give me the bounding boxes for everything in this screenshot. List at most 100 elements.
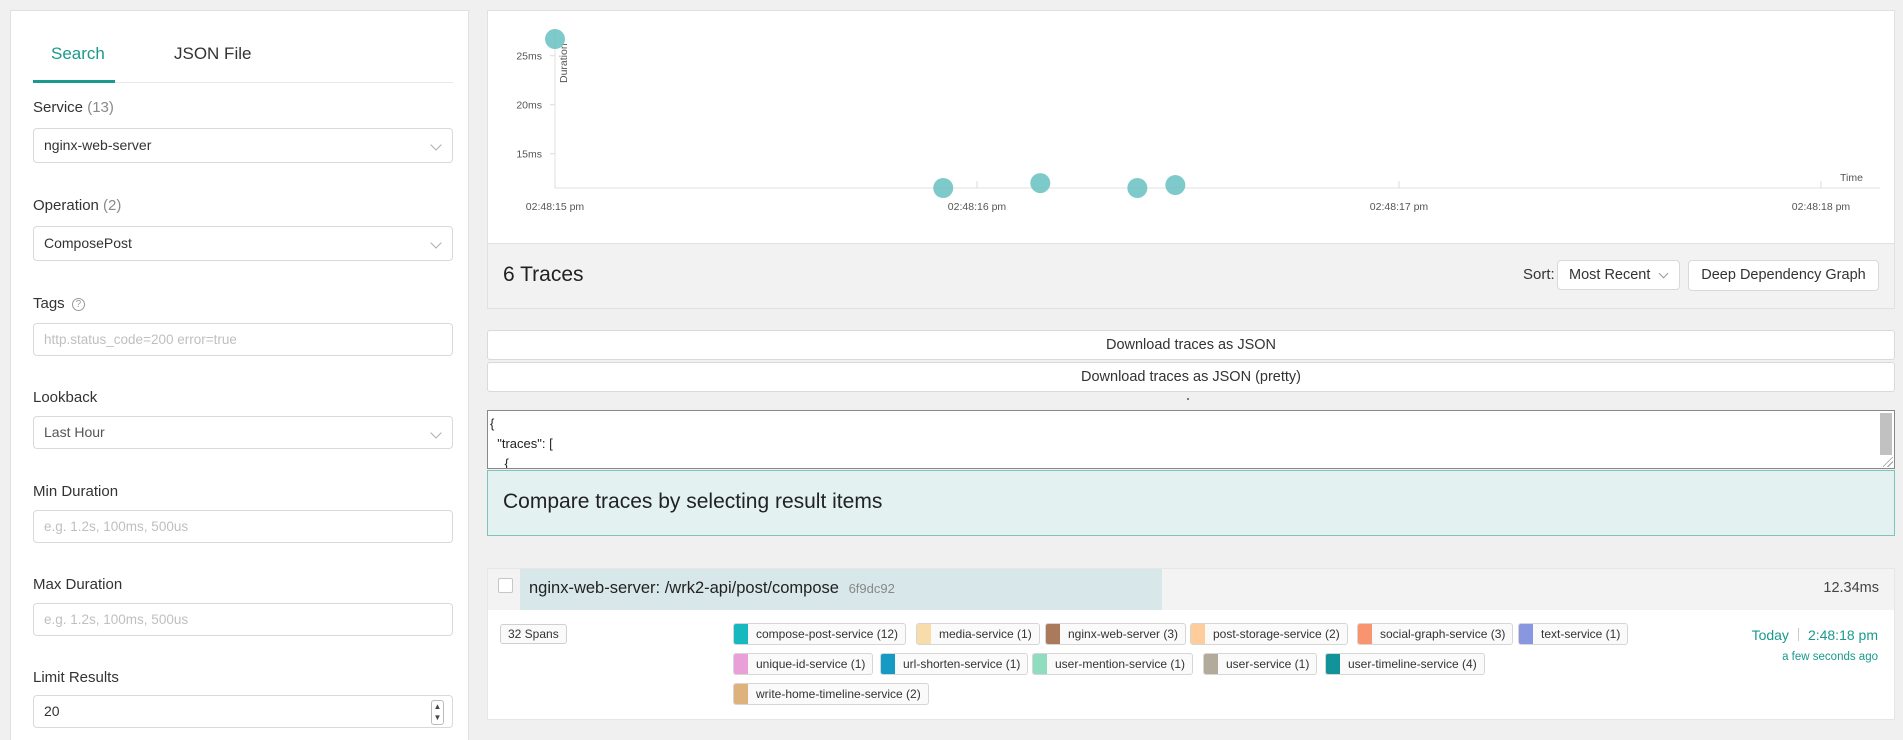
- trace-name: nginx-web-server: /wrk2-api/post/compose: [529, 579, 839, 597]
- scrollbar[interactable]: [1880, 413, 1892, 455]
- trace-point: [1030, 173, 1051, 194]
- resize-handle-icon[interactable]: [1883, 457, 1893, 467]
- service-tag-label: compose-post-service (12): [756, 627, 899, 641]
- search-panel: Search JSON File Service (13) nginx-web-…: [10, 10, 469, 740]
- service-tag-label: text-service (1): [1541, 627, 1621, 641]
- sort-value: Most Recent: [1569, 267, 1651, 283]
- search-tabs: Search JSON File: [33, 11, 453, 83]
- tab-search[interactable]: Search: [51, 44, 105, 64]
- sort-select[interactable]: Most Recent: [1557, 260, 1680, 290]
- tab-json-file[interactable]: JSON File: [174, 44, 251, 64]
- operation-value: ComposePost: [44, 235, 132, 251]
- json-line: {: [490, 456, 509, 469]
- service-tag-label: social-graph-service (3): [1380, 627, 1506, 641]
- sort-label: Sort:: [1523, 266, 1555, 283]
- service-tag[interactable]: user-service (1): [1203, 653, 1318, 675]
- limit-input[interactable]: 20 ▲ ▼: [33, 695, 453, 728]
- max-duration-input[interactable]: e.g. 1.2s, 100ms, 500us: [33, 603, 453, 636]
- chevron-down-icon: [1658, 268, 1669, 279]
- y-tick-label: 25ms: [516, 51, 542, 63]
- trace-time: 2:48:18 pm: [1807, 627, 1878, 643]
- operation-label-text: Operation: [33, 197, 99, 214]
- tags-input[interactable]: http.status_code=200 error=true: [33, 323, 453, 356]
- service-tag[interactable]: post-storage-service (2): [1190, 623, 1348, 645]
- download-json-button[interactable]: Download traces as JSON: [487, 330, 1895, 360]
- service-tag-label: user-mention-service (1): [1055, 657, 1186, 671]
- trace-header[interactable]: nginx-web-server: /wrk2-api/post/compose…: [488, 569, 1894, 610]
- service-color-swatch: [917, 624, 931, 644]
- service-color-swatch: [1358, 624, 1372, 644]
- service-tag[interactable]: text-service (1): [1518, 623, 1629, 645]
- json-line: "traces": [: [490, 436, 553, 451]
- max-duration-label: Max Duration: [33, 576, 123, 593]
- service-tag[interactable]: user-mention-service (1): [1032, 653, 1194, 675]
- service-tag[interactable]: write-home-timeline-service (2): [733, 683, 929, 705]
- limit-label: Limit Results: [33, 669, 119, 686]
- operation-label: Operation (2): [33, 197, 121, 214]
- json-line: {: [490, 416, 495, 431]
- service-tag[interactable]: social-graph-service (3): [1357, 623, 1514, 645]
- help-icon[interactable]: ?: [71, 298, 85, 311]
- chevron-down-icon: [430, 139, 442, 151]
- service-tag[interactable]: media-service (1): [916, 623, 1040, 645]
- service-tag-label: post-storage-service (2): [1213, 627, 1340, 641]
- json-textarea[interactable]: { "traces": [ {: [487, 410, 1895, 469]
- deep-dependency-graph-button[interactable]: Deep Dependency Graph: [1688, 260, 1879, 291]
- traces-count-title: 6 Traces: [503, 263, 584, 286]
- x-axis-label: Time: [1840, 172, 1863, 184]
- y-tick-label: 20ms: [516, 100, 542, 112]
- service-tag[interactable]: unique-id-service (1): [733, 653, 874, 675]
- trace-title[interactable]: nginx-web-server: /wrk2-api/post/compose…: [529, 579, 895, 598]
- x-tick-label: 02:48:17 pm: [1370, 201, 1429, 213]
- lookback-label: Lookback: [33, 389, 98, 406]
- trace-result-item[interactable]: nginx-web-server: /wrk2-api/post/compose…: [487, 568, 1895, 720]
- results-header: 6 Traces Sort: Most Recent Deep Dependen…: [487, 244, 1895, 309]
- service-tag[interactable]: url-shorten-service (1): [880, 653, 1029, 675]
- service-select[interactable]: nginx-web-server: [33, 128, 453, 163]
- trace-point: [545, 29, 565, 50]
- service-label-text: Service: [33, 99, 84, 116]
- compare-banner: Compare traces by selecting result items: [487, 470, 1895, 536]
- lookback-select[interactable]: Last Hour: [33, 416, 453, 449]
- y-tick-label: 15ms: [516, 149, 542, 161]
- service-tag[interactable]: user-timeline-service (4): [1325, 653, 1485, 675]
- min-duration-input[interactable]: e.g. 1.2s, 100ms, 500us: [33, 510, 453, 543]
- scatter-plot: 25ms 20ms 15ms 02:48:15 pm 02:48:16 pm 02:48:…: [516, 29, 1880, 213]
- operation-select[interactable]: ComposePost: [33, 226, 453, 261]
- limit-value: 20: [44, 703, 60, 719]
- stepper-down-icon[interactable]: ▼: [432, 712, 443, 723]
- stepper-up-icon[interactable]: ▲: [432, 701, 443, 712]
- tags-label: Tags ?: [33, 295, 85, 312]
- y-axis-label: Duration: [558, 43, 570, 83]
- trace-point: [1127, 178, 1148, 198]
- separator-dot: [1187, 398, 1189, 400]
- trace-point: [1165, 175, 1186, 196]
- trace-point: [933, 178, 954, 198]
- trace-select-checkbox[interactable]: [498, 578, 513, 593]
- service-color-swatch: [1046, 624, 1060, 644]
- quantity-stepper[interactable]: ▲ ▼: [431, 700, 444, 725]
- service-tag[interactable]: compose-post-service (12): [733, 623, 907, 645]
- chevron-down-icon: [430, 427, 442, 439]
- download-json-pretty-button[interactable]: Download traces as JSON (pretty): [487, 362, 1895, 392]
- service-color-swatch: [1326, 654, 1340, 674]
- service-color-swatch: [734, 684, 748, 704]
- service-tag-label: user-timeline-service (4): [1348, 657, 1477, 671]
- divider: [1797, 628, 1799, 641]
- trace-relative-time: a few seconds ago: [1782, 651, 1878, 663]
- compare-text: Compare traces by selecting result items: [503, 490, 883, 513]
- service-color-swatch: [1204, 654, 1218, 674]
- trace-timestamp: Today 2:48:18 pm: [1752, 627, 1878, 643]
- trace-id: 6f9dc92: [848, 581, 895, 596]
- lookback-value: Last Hour: [44, 424, 105, 440]
- service-color-swatch: [1033, 654, 1047, 674]
- service-tag-label: media-service (1): [939, 627, 1032, 641]
- x-tick-label: 02:48:15 pm: [526, 201, 585, 213]
- trace-date: Today: [1751, 627, 1789, 643]
- service-tag[interactable]: nginx-web-server (3): [1045, 623, 1187, 645]
- tags-label-text: Tags: [33, 295, 65, 312]
- min-duration-label: Min Duration: [33, 483, 119, 500]
- service-color-swatch: [1191, 624, 1205, 644]
- x-tick-label: 02:48:18 pm: [1792, 201, 1851, 213]
- service-tag-label: nginx-web-server (3): [1068, 627, 1179, 641]
